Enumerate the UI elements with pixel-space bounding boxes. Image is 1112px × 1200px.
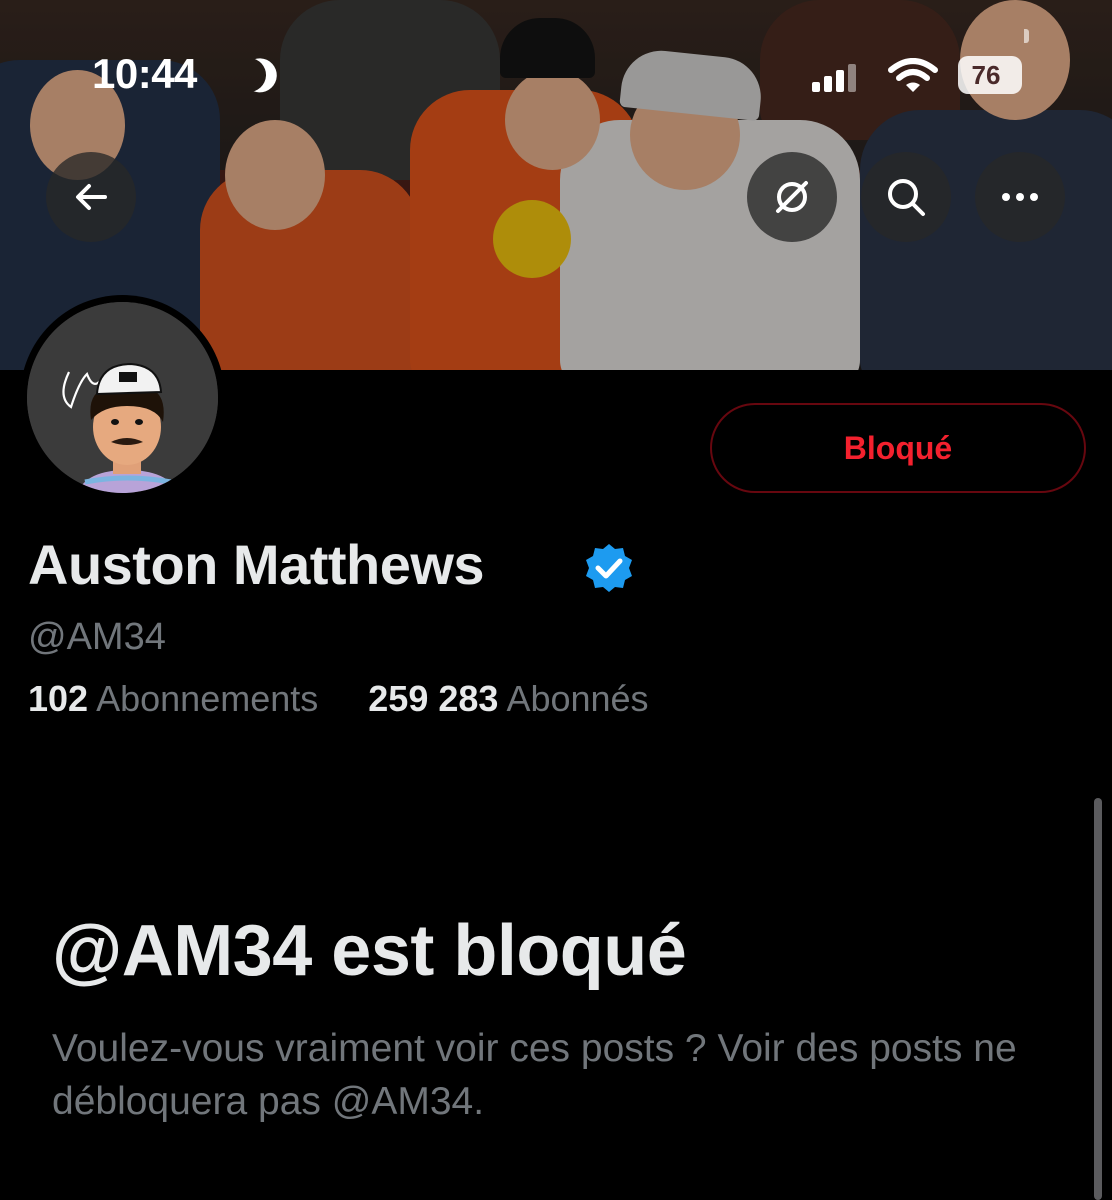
wifi-icon bbox=[888, 58, 938, 92]
more-horizontal-icon bbox=[1002, 193, 1038, 201]
moon-icon bbox=[227, 53, 271, 97]
cellular-signal-icon bbox=[812, 62, 860, 92]
verified-badge-icon[interactable] bbox=[583, 542, 635, 594]
more-button[interactable] bbox=[975, 152, 1065, 242]
follow-stats: 102 Abonnements 259 283 Abonnés bbox=[28, 678, 649, 720]
battery-level: 76 bbox=[971, 60, 1001, 90]
following-label: Abonnements bbox=[96, 678, 319, 719]
back-button[interactable] bbox=[46, 152, 136, 242]
battery-icon: 76 bbox=[958, 56, 1022, 94]
battery-nub bbox=[1024, 29, 1029, 43]
blocked-notice-description: Voulez-vous vraiment voir ces posts ? Vo… bbox=[52, 1027, 1017, 1123]
avatar-illustration bbox=[27, 302, 218, 493]
grok-button[interactable] bbox=[747, 152, 837, 242]
followers-count: 259 283 bbox=[368, 678, 499, 719]
following-link[interactable]: 102 Abonnements bbox=[28, 678, 328, 719]
status-bar: 10:44 76 bbox=[0, 40, 1112, 110]
followers-link[interactable]: 259 283 Abonnés bbox=[368, 678, 648, 719]
followers-label: Abonnés bbox=[506, 678, 649, 719]
search-button[interactable] bbox=[861, 152, 951, 242]
following-count: 102 bbox=[28, 678, 89, 719]
handle: @AM34 bbox=[28, 616, 166, 658]
arrow-left-icon bbox=[76, 184, 107, 210]
grok-slash-circle-icon bbox=[776, 181, 808, 213]
avatar-cartoon bbox=[27, 302, 218, 493]
scrollbar[interactable] bbox=[1094, 798, 1102, 1200]
display-name: Auston Matthews bbox=[28, 533, 485, 596]
blocked-notice-title: @AM34 est bloqué bbox=[52, 911, 687, 991]
search-icon bbox=[888, 179, 925, 216]
avatar[interactable] bbox=[20, 295, 225, 500]
blocked-button[interactable]: Bloqué bbox=[710, 403, 1086, 493]
status-time: 10:44 bbox=[92, 50, 197, 97]
